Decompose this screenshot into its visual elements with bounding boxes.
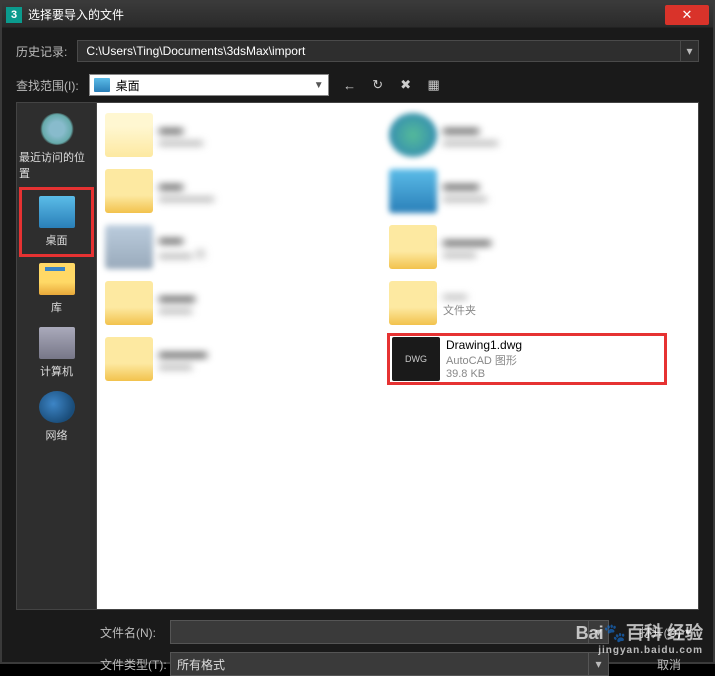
cancel-button[interactable]: 取消 [621, 656, 681, 673]
lookin-dropdown[interactable]: 桌面 ▼ [89, 74, 329, 96]
sidebar-item-desktop[interactable]: 桌面 [19, 187, 94, 257]
computer-icon [39, 327, 75, 359]
history-row: 历史记录: C:\Users\Ting\Documents\3dsMax\imp… [16, 40, 699, 62]
sidebar-label: 最近访问的位置 [19, 149, 94, 181]
network-icon [39, 391, 75, 423]
sidebar-item-recent[interactable]: 最近访问的位置 [17, 107, 96, 187]
folder-icon [105, 337, 153, 381]
file-item[interactable]: ▬▬▬▬▬▬ [103, 109, 383, 161]
file-item[interactable]: ▬▬文件夹 [387, 277, 667, 329]
recent-icon [39, 113, 75, 145]
titlebar: 3 选择要导入的文件 ✕ [2, 2, 713, 28]
folder-icon [105, 113, 153, 157]
history-label: 历史记录: [16, 43, 67, 60]
file-name: Drawing1.dwg [446, 338, 522, 352]
file-item[interactable]: ▬▬▬▬▬▬▬ [387, 221, 667, 273]
lookin-row: 查找范围(I): 桌面 ▼ ← ↻ ✖ ▦ [16, 74, 699, 96]
sidebar-label: 桌面 [46, 232, 68, 248]
delete-button[interactable]: ✖ [395, 75, 417, 95]
file-item[interactable]: ▬▬▬▬▬▬ [103, 277, 383, 329]
desktop-icon [94, 78, 110, 92]
sidebar-item-computer[interactable]: 计算机 [17, 321, 96, 385]
filename-label: 文件名(N): [100, 624, 170, 641]
file-item[interactable]: ▬▬▬▬▬▬▬▬ [387, 109, 667, 161]
folder-icon [389, 169, 437, 213]
folder-icon [105, 225, 153, 269]
back-button[interactable]: ← [339, 75, 361, 95]
sidebar-item-network[interactable]: 网络 [17, 385, 96, 449]
file-item[interactable]: ▬▬▬▬▬▬▬ [103, 333, 383, 385]
filename-input[interactable] [170, 620, 589, 644]
file-item[interactable]: ▬▬▬▬▬ 夹 [103, 221, 383, 273]
folder-icon [389, 225, 437, 269]
history-dropdown[interactable]: C:\Users\Ting\Documents\3dsMax\import [77, 40, 681, 62]
file-size: 39.8 KB [446, 368, 522, 380]
sidebar-label: 计算机 [40, 363, 73, 379]
close-button[interactable]: ✕ [665, 5, 709, 25]
file-list[interactable]: ▬▬▬▬▬▬ ▬▬▬▬▬▬▬▬ ▬▬▬▬▬▬▬ ▬▬▬▬▬▬▬ [97, 103, 698, 609]
watermark: Bai🐾百科 经验 jingyan.baidu.com [576, 619, 703, 656]
app-icon: 3 [6, 7, 22, 23]
lookin-label: 查找范围(I): [16, 77, 79, 94]
library-icon [39, 263, 75, 295]
file-item-dwg[interactable]: DWG Drawing1.dwg AutoCAD 图形 39.8 KB [387, 333, 667, 385]
folder-icon [105, 169, 153, 213]
up-button[interactable]: ↻ [367, 75, 389, 95]
sidebar-label: 库 [51, 299, 62, 315]
file-item[interactable]: ▬▬▬▬▬▬▬ [387, 165, 667, 217]
folder-icon [389, 113, 437, 157]
dwg-icon: DWG [392, 337, 440, 381]
places-sidebar: 最近访问的位置 桌面 库 计算机 网络 [17, 103, 97, 609]
filetype-label: 文件类型(T): [100, 656, 170, 673]
history-arrow-icon[interactable]: ▾ [681, 40, 699, 62]
file-item[interactable]: ▬▬▬▬▬▬▬ [103, 165, 383, 217]
filetype-dropdown[interactable]: 所有格式 [170, 652, 589, 676]
file-type: AutoCAD 图形 [446, 352, 522, 368]
chevron-down-icon: ▼ [314, 80, 324, 91]
lookin-value: 桌面 [116, 77, 314, 94]
desktop-icon [39, 196, 75, 228]
window-title: 选择要导入的文件 [28, 6, 665, 23]
views-button[interactable]: ▦ [423, 75, 445, 95]
sidebar-label: 网络 [46, 427, 68, 443]
sidebar-item-library[interactable]: 库 [17, 257, 96, 321]
folder-icon [389, 281, 437, 325]
folder-icon [105, 281, 153, 325]
